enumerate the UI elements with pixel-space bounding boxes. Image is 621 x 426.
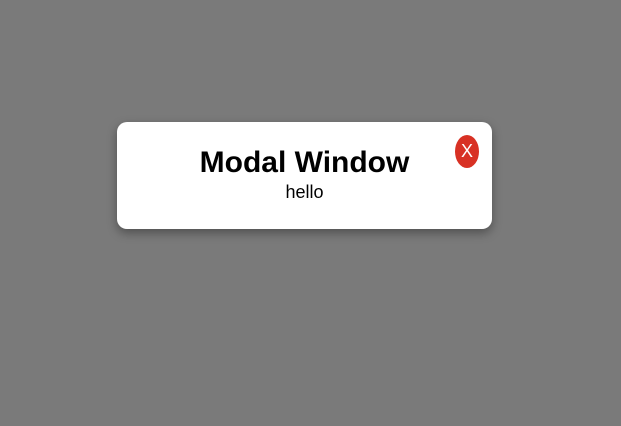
- modal-dialog: Modal Window hello X: [117, 122, 492, 229]
- modal-title: Modal Window: [199, 146, 410, 179]
- close-button[interactable]: X: [455, 135, 479, 168]
- modal-body-text: hello: [285, 182, 324, 202]
